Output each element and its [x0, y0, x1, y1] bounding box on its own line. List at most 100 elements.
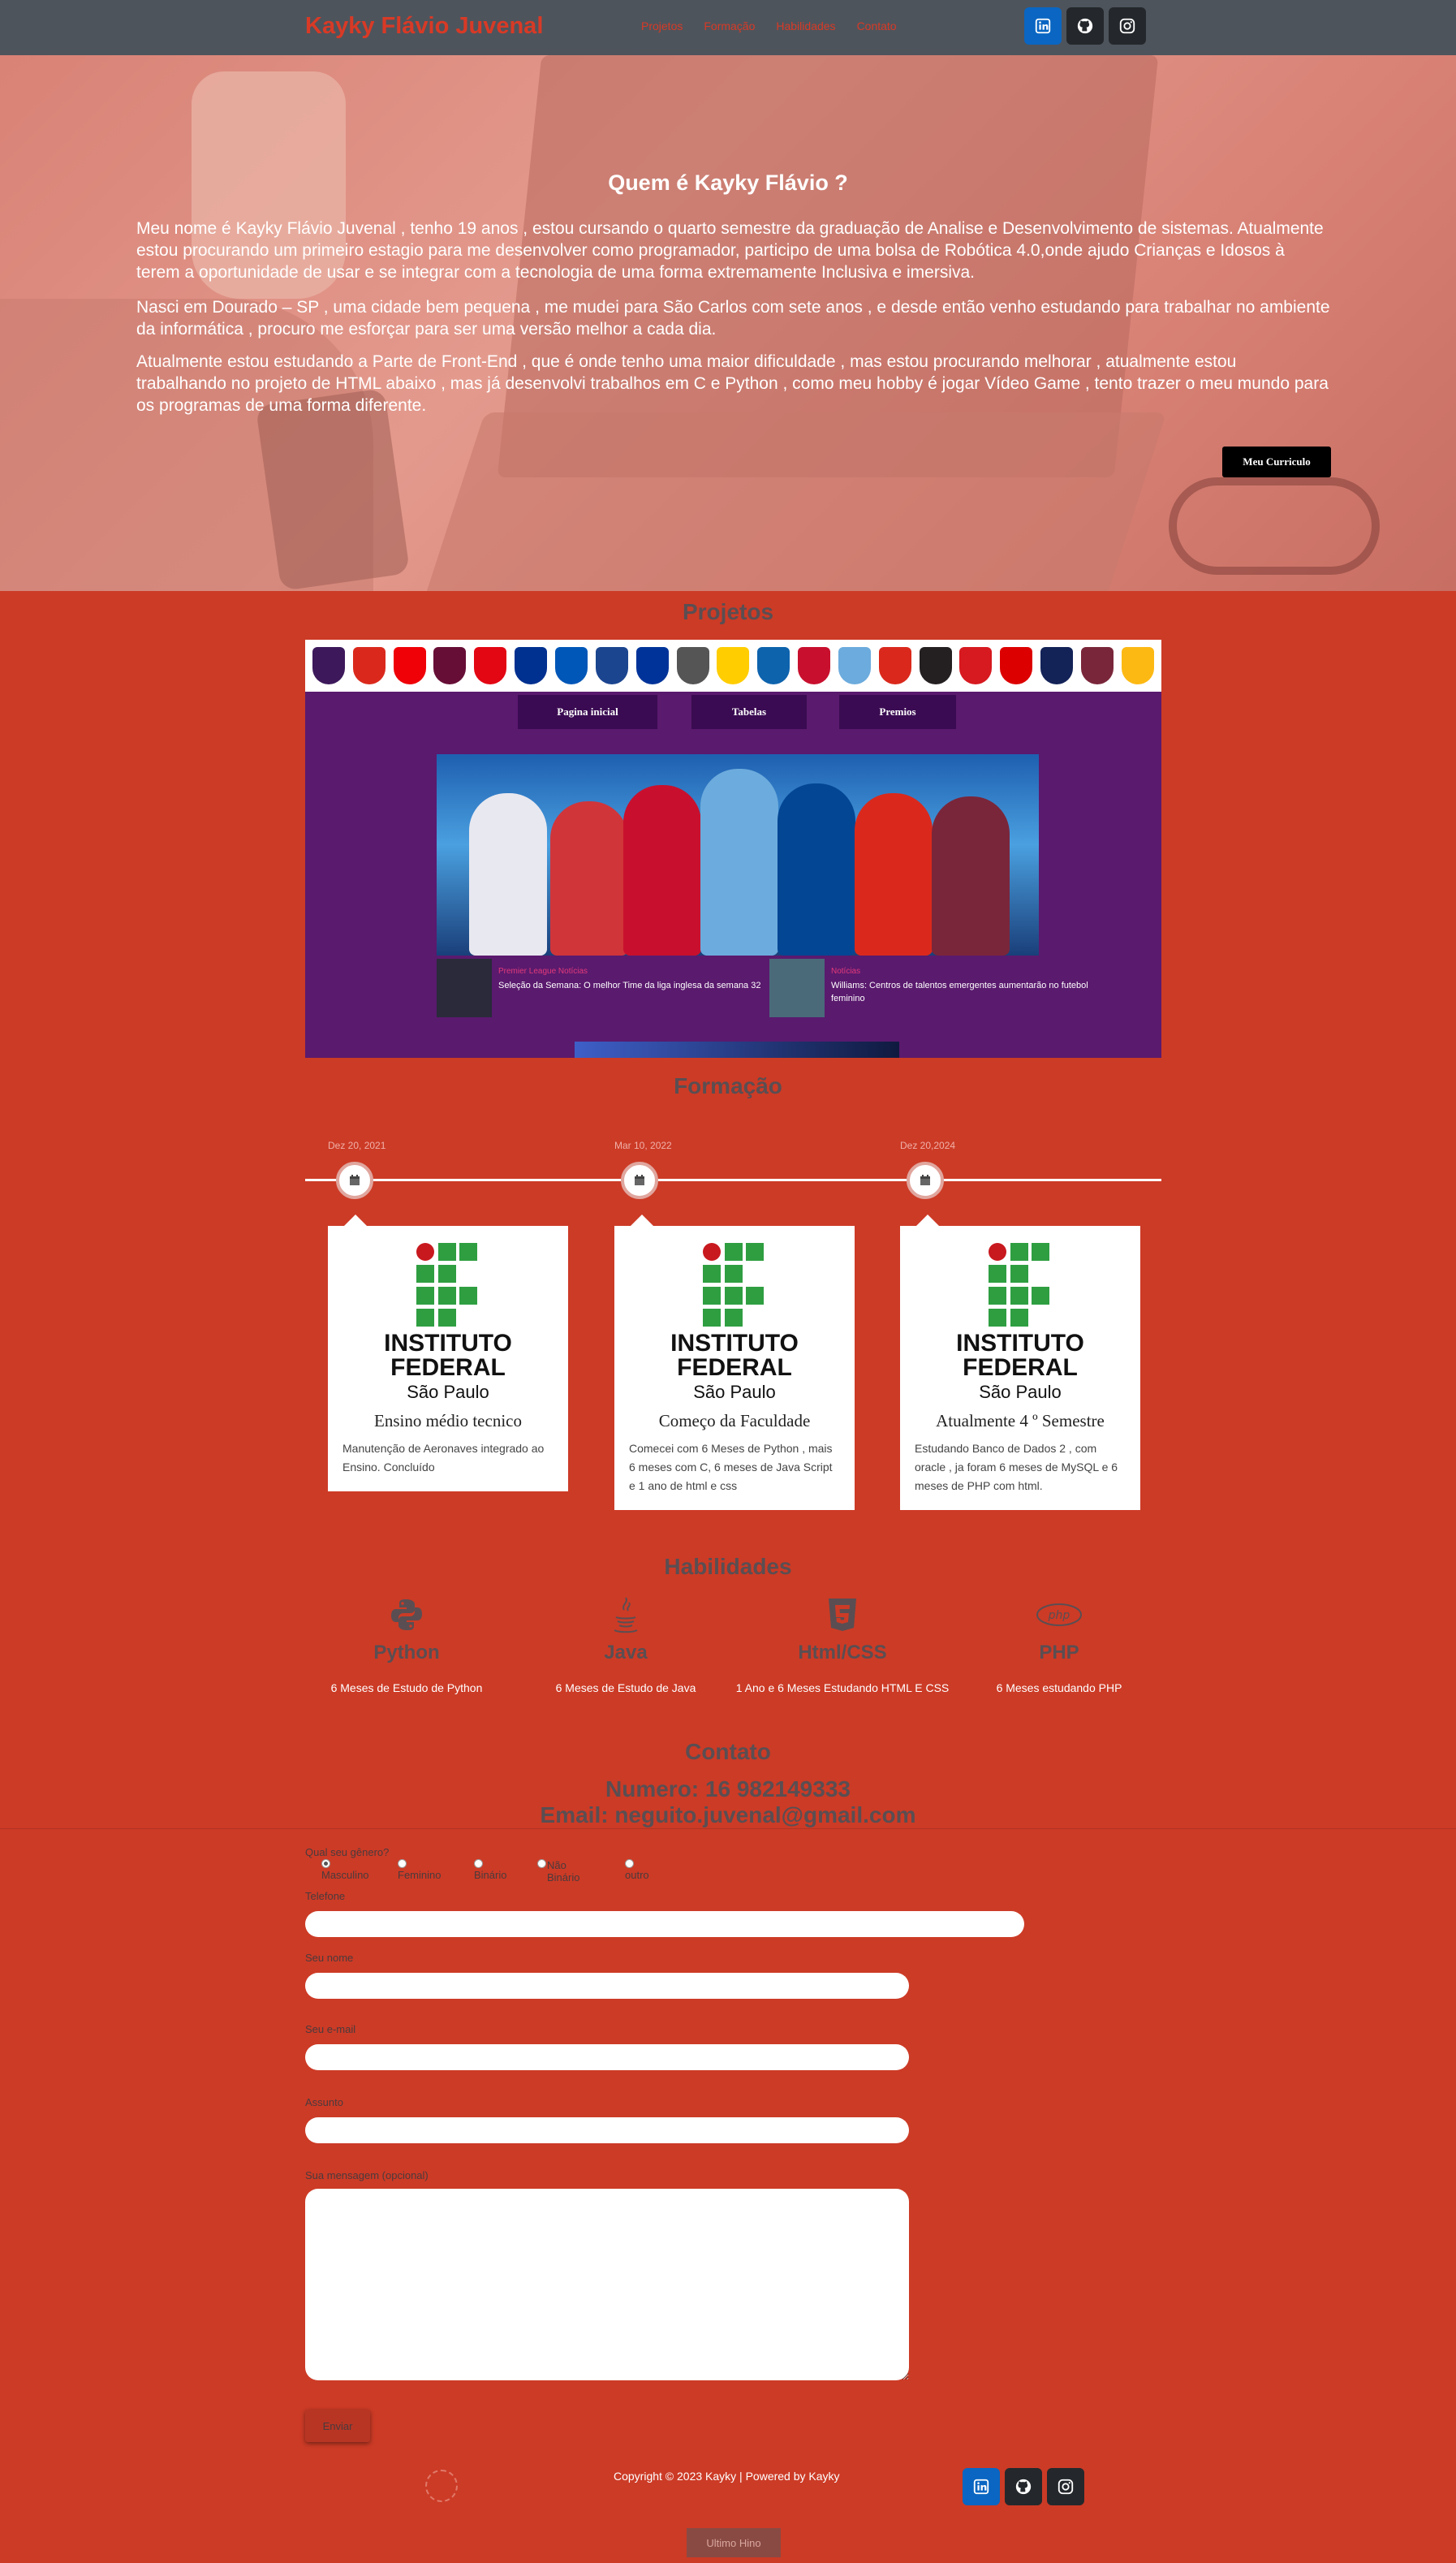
- crest-icon: [393, 647, 426, 684]
- news-title: Williams: Centros de talentos emergentes…: [831, 981, 1088, 1003]
- form-divider: [0, 1828, 1456, 1829]
- crest-icon: [1000, 647, 1033, 684]
- crest-icon: [312, 647, 345, 684]
- education-card: INSTITUTO FEDERAL São Paulo Atualmente 4…: [900, 1215, 1140, 1510]
- instagram-button[interactable]: [1109, 7, 1146, 45]
- radio-label: Feminino: [398, 1869, 442, 1881]
- radio-label: Não Binário: [547, 1859, 580, 1883]
- club-crests-bar: [305, 640, 1161, 692]
- crest-icon: [352, 647, 386, 684]
- crest-icon: [959, 647, 993, 684]
- timeline-marker: [907, 1162, 944, 1199]
- crest-icon: [635, 647, 669, 684]
- linkedin-button[interactable]: [1024, 7, 1062, 45]
- instagram-button[interactable]: [1047, 2468, 1084, 2505]
- skill-description: 6 Meses de Estudo de Python: [330, 1681, 483, 1694]
- radio-button[interactable]: [625, 1859, 634, 1868]
- crest-icon: [878, 647, 911, 684]
- institution-name: INSTITUTO FEDERAL: [384, 1330, 512, 1381]
- email-label: Seu e-mail: [305, 2023, 356, 2035]
- timeline-marker: [336, 1162, 373, 1199]
- timeline-marker: [621, 1162, 658, 1199]
- player-figure: [778, 783, 855, 956]
- crest-icon: [1080, 647, 1114, 684]
- github-icon: [1077, 18, 1093, 34]
- news-tag: Premier League Notícias: [498, 967, 588, 976]
- player-figure: [932, 796, 1010, 956]
- nav-link-contato[interactable]: Contato: [857, 19, 897, 32]
- crest-icon: [515, 647, 548, 684]
- skill-description: 6 Meses estudando PHP: [996, 1681, 1122, 1694]
- email-input[interactable]: [305, 2044, 909, 2070]
- crest-icon: [554, 647, 588, 684]
- radio-button[interactable]: [321, 1859, 330, 1868]
- nav-link-habilidades[interactable]: Habilidades: [776, 19, 835, 32]
- subject-input[interactable]: [305, 2117, 909, 2143]
- hero-section: Quem é Kayky Flávio ? Meu nome é Kayky F…: [0, 55, 1456, 591]
- phone-input[interactable]: [305, 1911, 1024, 1937]
- skills-title: Habilidades: [664, 1554, 792, 1579]
- player-figure: [855, 793, 933, 956]
- contact-phone: Numero: 16 982149333: [605, 1776, 851, 1801]
- name-label: Seu nome: [305, 1952, 354, 1964]
- skill-item: Html/CSS 1 Ano e 6 Meses Estudando HTML …: [733, 1594, 952, 1697]
- news-thumbnail: [437, 959, 492, 1017]
- skill-name: Html/CSS: [798, 1642, 887, 1663]
- loading-spinner-icon: [425, 2470, 458, 2502]
- timeline-date: Mar 10, 2022: [614, 1140, 672, 1151]
- radio-button[interactable]: [474, 1859, 483, 1868]
- github-button[interactable]: [1005, 2468, 1042, 2505]
- contact-email[interactable]: Email: neguito.juvenal@gmail.com: [0, 1802, 1456, 1828]
- instituto-federal-logo: [416, 1243, 477, 1327]
- message-label: Sua mensagem (opcional): [305, 2169, 429, 2181]
- nav-link-projetos[interactable]: Projetos: [641, 19, 683, 32]
- crest-icon: [757, 647, 790, 684]
- cv-button[interactable]: Meu Curriculo: [1222, 447, 1331, 477]
- nav-link-formacao[interactable]: Formação: [704, 19, 755, 32]
- news-title: Seleção da Semana: O melhor Time da liga…: [498, 981, 761, 990]
- education-text: Comecei com 6 Meses de Python , mais 6 m…: [629, 1442, 833, 1492]
- message-textarea[interactable]: [305, 2189, 909, 2380]
- linkedin-button[interactable]: [963, 2468, 1000, 2505]
- calendar-icon: [350, 1175, 360, 1185]
- education-title: Formação: [674, 1073, 782, 1098]
- projects-title: Projetos: [682, 599, 774, 624]
- footer-social-links: [963, 2468, 1084, 2505]
- hero-glasses-image: [1169, 477, 1380, 575]
- crest-icon: [1040, 647, 1074, 684]
- education-heading: Ensino médio tecnico: [374, 1411, 522, 1430]
- hero-keyboard-image: [424, 412, 1167, 591]
- education-text: Manutenção de Aeronaves integrado ao Ens…: [342, 1442, 545, 1474]
- bottom-button[interactable]: Ultimo Hino: [687, 2528, 781, 2557]
- crest-icon: [474, 647, 507, 684]
- crest-icon: [676, 647, 709, 684]
- name-input[interactable]: [305, 1973, 909, 1999]
- hero-paragraph: Nasci em Dourado – SP , uma cidade bem p…: [136, 298, 1330, 339]
- preview-nav-awards: Premios: [839, 695, 956, 729]
- institution-campus: São Paulo: [407, 1382, 489, 1402]
- radio-button[interactable]: [537, 1859, 546, 1868]
- hero-phone-image: [255, 387, 411, 591]
- java-icon: [614, 1597, 638, 1633]
- education-text: Estudando Banco de Dados 2 , com oracle …: [915, 1442, 1118, 1492]
- news-item: Notícias Williams: Centros de talentos e…: [769, 959, 1099, 1017]
- player-figure: [623, 785, 701, 956]
- brand-name[interactable]: Kayky Flávio Juvenal: [305, 13, 543, 40]
- radio-label: outro: [625, 1869, 649, 1881]
- timeline-line: [305, 1179, 1161, 1181]
- send-button[interactable]: Enviar: [305, 2410, 370, 2442]
- radio-label: Masculino: [321, 1869, 369, 1881]
- institution-campus: São Paulo: [979, 1382, 1062, 1402]
- news-tag: Notícias: [831, 967, 861, 976]
- github-button[interactable]: [1066, 7, 1104, 45]
- preview-bottom-banner: [575, 1042, 899, 1058]
- linkedin-icon: [973, 2479, 989, 2495]
- radio-label: Binário: [474, 1869, 507, 1881]
- project-preview[interactable]: Pagina inicial Tabelas Premios Premier L…: [305, 640, 1161, 1058]
- radio-button[interactable]: [398, 1859, 407, 1868]
- skill-description: 6 Meses de Estudo de Java: [555, 1681, 696, 1694]
- skill-name: Python: [373, 1642, 440, 1663]
- github-icon: [1015, 2479, 1032, 2495]
- crest-icon: [838, 647, 871, 684]
- python-icon: [391, 1599, 422, 1630]
